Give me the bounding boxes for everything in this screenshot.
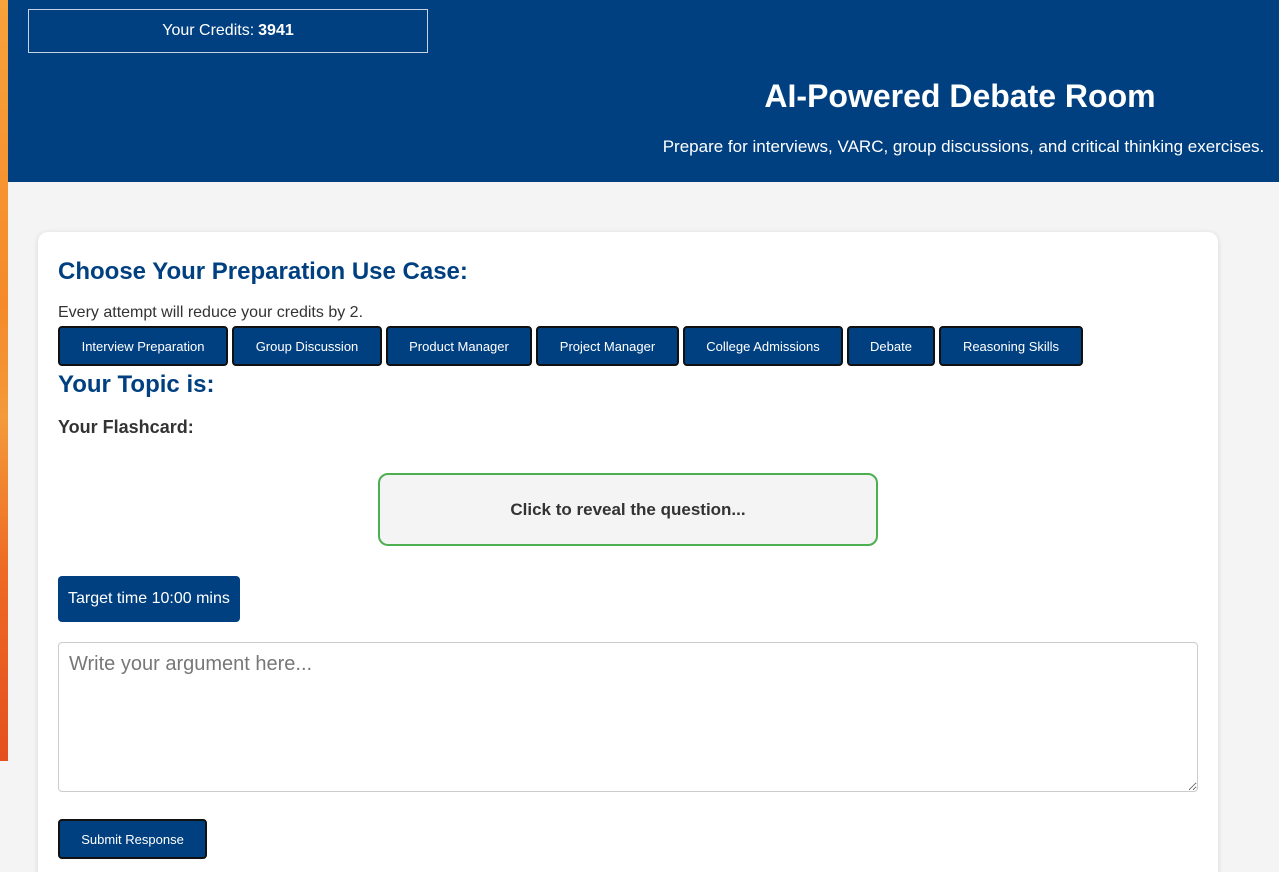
use-case-interview-preparation-button[interactable]: Interview Preparation bbox=[58, 326, 228, 366]
credits-label: Your Credits: bbox=[162, 22, 255, 39]
page-header: Your Credits: 3941 AI-Powered Debate Roo… bbox=[8, 0, 1279, 182]
flashcard-label: Your Flashcard: bbox=[58, 417, 194, 437]
use-case-reasoning-skills-button[interactable]: Reasoning Skills bbox=[939, 326, 1083, 366]
flashcard-text: Click to reveal the question... bbox=[510, 499, 746, 519]
credit-note: Every attempt will reduce your credits b… bbox=[58, 304, 364, 321]
credits-value: 3941 bbox=[258, 22, 294, 39]
use-case-product-manager-button[interactable]: Product Manager bbox=[386, 326, 532, 366]
use-case-buttons: Interview Preparation Group Discussion P… bbox=[58, 326, 1083, 366]
page-subtitle: Prepare for interviews, VARC, group disc… bbox=[662, 137, 1265, 156]
page-title: AI-Powered Debate Room bbox=[764, 78, 1156, 114]
left-accent-strip bbox=[0, 0, 8, 761]
credits-box: Your Credits: 3941 bbox=[28, 9, 428, 53]
use-case-project-manager-button[interactable]: Project Manager bbox=[536, 326, 679, 366]
main-card: Choose Your Preparation Use Case: Every … bbox=[38, 232, 1218, 872]
flashcard[interactable]: Click to reveal the question... bbox=[378, 473, 878, 546]
use-case-title: Choose Your Preparation Use Case: bbox=[58, 258, 468, 285]
argument-input[interactable] bbox=[58, 642, 1198, 792]
target-time-badge: Target time 10:00 mins bbox=[58, 576, 240, 622]
use-case-college-admissions-button[interactable]: College Admissions bbox=[683, 326, 843, 366]
use-case-debate-button[interactable]: Debate bbox=[847, 326, 935, 366]
topic-title: Your Topic is: bbox=[58, 371, 215, 398]
submit-response-button[interactable]: Submit Response bbox=[58, 819, 207, 859]
use-case-group-discussion-button[interactable]: Group Discussion bbox=[232, 326, 382, 366]
